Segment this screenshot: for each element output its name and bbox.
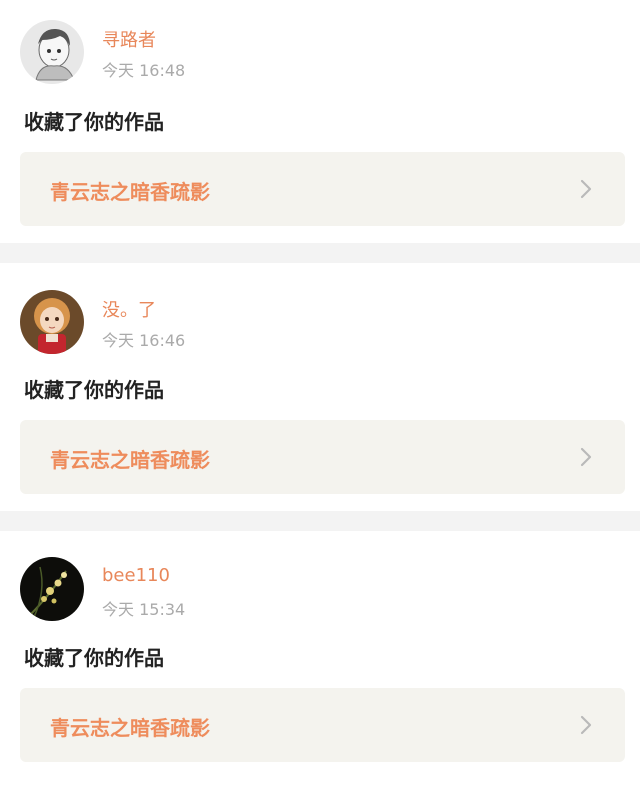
username[interactable]: bee110 (102, 565, 170, 586)
work-link-card[interactable]: 青云志之暗香疏影 (20, 420, 625, 494)
work-link-card[interactable]: 青云志之暗香疏影 (20, 152, 625, 226)
timestamp: 今天 16:48 (102, 61, 186, 80)
action-text: 收藏了你的作品 (24, 646, 164, 670)
work-title: 青云志之暗香疏影 (50, 180, 210, 204)
username[interactable]: 没。了 (102, 296, 156, 322)
user-avatar[interactable] (20, 20, 84, 84)
timestamp: 今天 15:34 (102, 600, 186, 619)
anime-boy-avatar-icon (20, 20, 84, 84)
chevron-right-icon (573, 444, 599, 470)
work-link-card[interactable]: 青云志之暗香疏影 (20, 688, 625, 762)
work-title: 青云志之暗香疏影 (50, 448, 210, 472)
orchid-avatar-icon (20, 557, 84, 621)
notification-card: 寻路者 今天 16:48 收藏了你的作品 青云志之暗香疏影 (0, 0, 640, 243)
chevron-right-icon (573, 712, 599, 738)
user-avatar[interactable] (20, 557, 84, 621)
user-avatar[interactable] (20, 290, 84, 354)
timestamp: 今天 16:46 (102, 331, 186, 350)
doll-avatar-icon (20, 290, 84, 354)
notification-card: bee110 今天 15:34 收藏了你的作品 青云志之暗香疏影 (0, 531, 640, 787)
work-title: 青云志之暗香疏影 (50, 716, 210, 740)
chevron-right-icon (573, 176, 599, 202)
action-text: 收藏了你的作品 (24, 110, 164, 134)
action-text: 收藏了你的作品 (24, 378, 164, 402)
favorites-feed: 寻路者 今天 16:48 收藏了你的作品 青云志之暗香疏影 没。了 今天 16:… (0, 0, 640, 787)
username[interactable]: 寻路者 (102, 26, 156, 52)
notification-card: 没。了 今天 16:46 收藏了你的作品 青云志之暗香疏影 (0, 263, 640, 511)
